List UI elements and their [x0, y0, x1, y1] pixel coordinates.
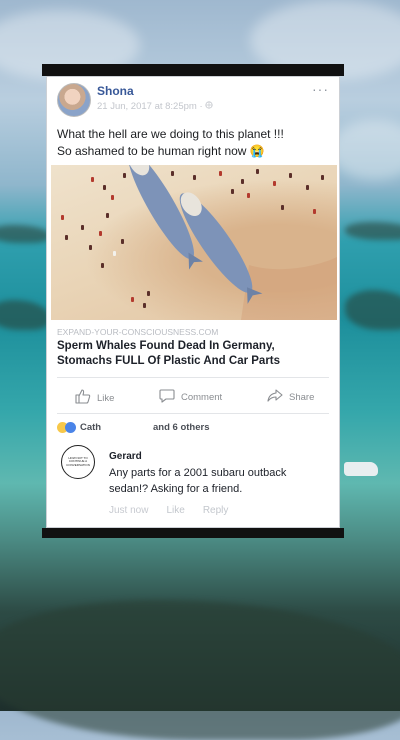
comment-text-line: sedan!? Asking for a friend.	[109, 483, 243, 495]
person-marker	[256, 169, 259, 174]
person-marker	[313, 209, 316, 214]
share-icon	[267, 389, 283, 406]
person-marker	[289, 173, 292, 178]
person-marker	[99, 231, 102, 236]
like-label: Like	[97, 392, 115, 404]
facebook-post-card: Shona 21 Jun, 2017 at 8:25pm · ··· What …	[46, 76, 340, 528]
background-shore	[345, 222, 400, 240]
person-marker	[91, 177, 94, 182]
person-marker	[111, 195, 114, 200]
person-marker	[281, 205, 284, 210]
link-title[interactable]: Sperm Whales Found Dead In Germany, Stom…	[57, 339, 333, 369]
share-label: Share	[289, 392, 315, 403]
person-marker	[113, 251, 116, 256]
divider	[57, 413, 329, 414]
person-marker	[219, 171, 222, 176]
link-domain[interactable]: EXPAND-YOUR-CONSCIOUSNESS.COM	[57, 327, 218, 337]
reactions-summary[interactable]: Cath	[57, 422, 101, 433]
person-marker	[101, 263, 104, 268]
comment-time: Just now	[109, 505, 149, 516]
comment-text-line: Any parts for a 2001 subaru outback	[109, 467, 287, 479]
person-marker	[106, 213, 109, 218]
person-marker	[321, 175, 324, 180]
comment-text: Any parts for a 2001 subaru outback seda…	[109, 465, 329, 497]
person-marker	[273, 181, 276, 186]
reaction-first-name: Cath	[80, 422, 102, 433]
commenter-avatar[interactable]: HOW NOT TO CONTINUE A CONVERSATION	[61, 445, 95, 479]
background-cloud	[330, 120, 400, 180]
person-marker	[241, 179, 244, 184]
post-text-line: What the hell are we doing to this plane…	[57, 127, 284, 141]
commenter-avatar-text: HOW NOT TO CONTINUE A CONVERSATION	[66, 455, 90, 467]
like-button[interactable]: Like	[75, 389, 114, 407]
person-marker	[193, 175, 196, 180]
background-shore	[0, 300, 50, 330]
divider	[57, 377, 329, 378]
commenter-name[interactable]: Gerard	[109, 451, 142, 462]
person-marker	[65, 235, 68, 240]
like-reaction-icon	[65, 422, 76, 433]
link-title-line[interactable]: Stomachs FULL Of Plastic And Car Parts	[57, 354, 333, 369]
post-text: What the hell are we doing to this plane…	[57, 126, 333, 160]
link-title-line[interactable]: Sperm Whales Found Dead In Germany,	[57, 339, 333, 354]
link-image[interactable]	[51, 165, 337, 320]
video-bottom-bar	[42, 528, 344, 538]
comment-button[interactable]: Comment	[159, 389, 222, 406]
more-options-icon[interactable]: ···	[312, 81, 329, 97]
share-button[interactable]: Share	[267, 389, 314, 406]
background-shore	[345, 290, 400, 330]
background-shore	[0, 600, 400, 740]
post-timestamp[interactable]: 21 Jun, 2017 at 8:25pm	[97, 101, 197, 112]
comment-like-button[interactable]: Like	[166, 505, 184, 516]
person-marker	[103, 185, 106, 190]
comment-icon	[159, 389, 175, 406]
video-top-bar	[42, 64, 344, 76]
person-marker	[89, 245, 92, 250]
background-boat	[344, 462, 378, 476]
comment-reply-button[interactable]: Reply	[203, 505, 229, 516]
person-marker	[121, 239, 124, 244]
person-marker	[61, 215, 64, 220]
comment-label: Comment	[181, 392, 223, 403]
author-name[interactable]: Shona	[97, 84, 134, 98]
comment-actions: Just now Like Reply	[109, 505, 228, 516]
author-avatar[interactable]	[57, 83, 91, 117]
person-marker	[147, 291, 150, 296]
person-marker	[171, 171, 174, 176]
person-marker	[131, 297, 134, 302]
thumbs-up-icon	[75, 389, 91, 407]
post-meta: 21 Jun, 2017 at 8:25pm ·	[97, 101, 213, 112]
person-marker	[231, 189, 234, 194]
person-marker	[123, 173, 126, 178]
person-marker	[81, 225, 84, 230]
person-marker	[143, 303, 146, 308]
person-marker	[247, 193, 250, 198]
person-marker	[306, 185, 309, 190]
background-shore	[0, 225, 50, 243]
reaction-others[interactable]: and 6 others	[153, 422, 210, 433]
globe-icon	[205, 101, 213, 112]
post-text-line: So ashamed to be human right now 😭	[57, 144, 265, 158]
